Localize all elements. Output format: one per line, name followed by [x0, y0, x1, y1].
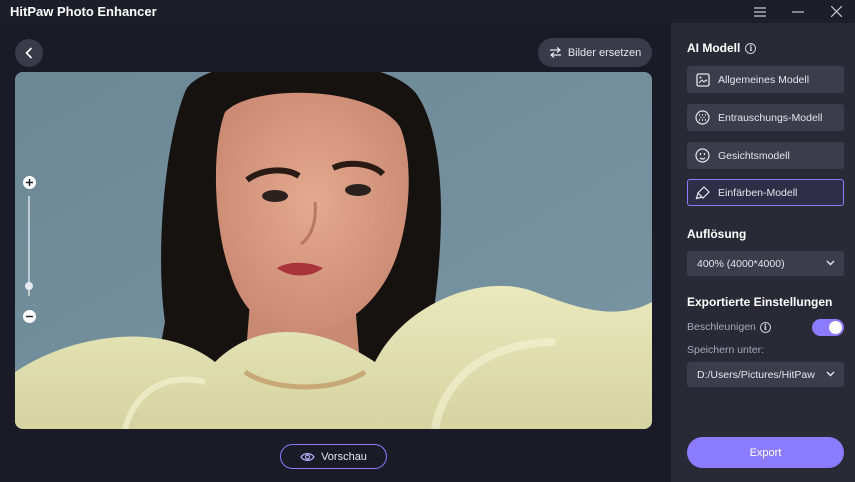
menu-icon: [754, 6, 766, 17]
zoom-out-button[interactable]: [23, 310, 36, 323]
workspace: Bilder ersetzen Vorschau: [0, 23, 671, 482]
portrait-image: [15, 72, 652, 429]
save-path-value: D:/Users/Pictures/HitPaw: [697, 368, 815, 381]
settings-panel: AI Modell i Allgemeines Modell Entrausch…: [671, 23, 855, 482]
model-general-button[interactable]: Allgemeines Modell: [687, 66, 844, 93]
model-colorize-label: Einfärben-Modell: [718, 186, 798, 199]
accelerate-row: Beschleunigen i: [687, 321, 771, 333]
zoom-thumb[interactable]: [25, 282, 33, 290]
save-path-select[interactable]: D:/Users/Pictures/HitPaw: [687, 362, 844, 387]
zoom-slider: [20, 176, 38, 323]
replace-images-button[interactable]: Bilder ersetzen: [538, 38, 652, 67]
close-icon: [830, 6, 842, 17]
zoom-track[interactable]: [28, 196, 30, 296]
swap-icon: [549, 47, 561, 58]
face-icon: [694, 147, 711, 164]
chevron-down-icon: [826, 260, 835, 266]
eye-icon: [300, 452, 315, 461]
chevron-down-icon: [826, 371, 835, 377]
app-title: HitPaw Photo Enhancer: [10, 4, 157, 19]
resolution-select[interactable]: 400% (4000*4000): [687, 251, 844, 276]
accelerate-label: Beschleunigen: [687, 321, 756, 333]
zoom-in-button[interactable]: [23, 176, 36, 189]
model-face-label: Gesichtsmodell: [718, 149, 790, 162]
resolution-value: 400% (4000*4000): [697, 257, 785, 270]
denoise-icon: [694, 109, 711, 126]
photo-canvas[interactable]: [15, 72, 652, 429]
model-denoise-label: Entrauschungs-Modell: [718, 111, 823, 124]
accelerate-toggle[interactable]: [812, 319, 844, 336]
window-controls: [741, 0, 855, 23]
title-bar: HitPaw Photo Enhancer: [0, 0, 855, 23]
chevron-left-icon: [25, 47, 33, 59]
minimize-icon: [792, 10, 804, 13]
ai-model-title: AI Modell i: [687, 41, 757, 55]
menu-button[interactable]: [741, 0, 779, 23]
preview-label: Vorschau: [321, 450, 367, 463]
model-face-button[interactable]: Gesichtsmodell: [687, 142, 844, 169]
model-general-label: Allgemeines Modell: [718, 73, 810, 86]
info-icon[interactable]: i: [759, 321, 771, 333]
preview-button[interactable]: Vorschau: [280, 444, 387, 469]
plus-icon: [26, 179, 33, 186]
export-button[interactable]: Export: [687, 437, 844, 468]
close-button[interactable]: [817, 0, 855, 23]
model-colorize-button[interactable]: Einfärben-Modell: [687, 179, 844, 206]
minus-icon: [26, 315, 33, 318]
save-to-label: Speichern unter:: [687, 344, 765, 356]
resolution-title: Auflösung: [687, 227, 747, 241]
export-settings-title: Exportierte Einstellungen: [687, 295, 833, 309]
minimize-button[interactable]: [779, 0, 817, 23]
back-button[interactable]: [15, 39, 43, 67]
image-icon: [694, 71, 711, 88]
model-denoise-button[interactable]: Entrauschungs-Modell: [687, 104, 844, 131]
replace-images-label: Bilder ersetzen: [567, 46, 642, 59]
info-icon[interactable]: i: [745, 42, 757, 54]
toggle-knob: [829, 321, 842, 334]
colorize-icon: [694, 184, 711, 201]
